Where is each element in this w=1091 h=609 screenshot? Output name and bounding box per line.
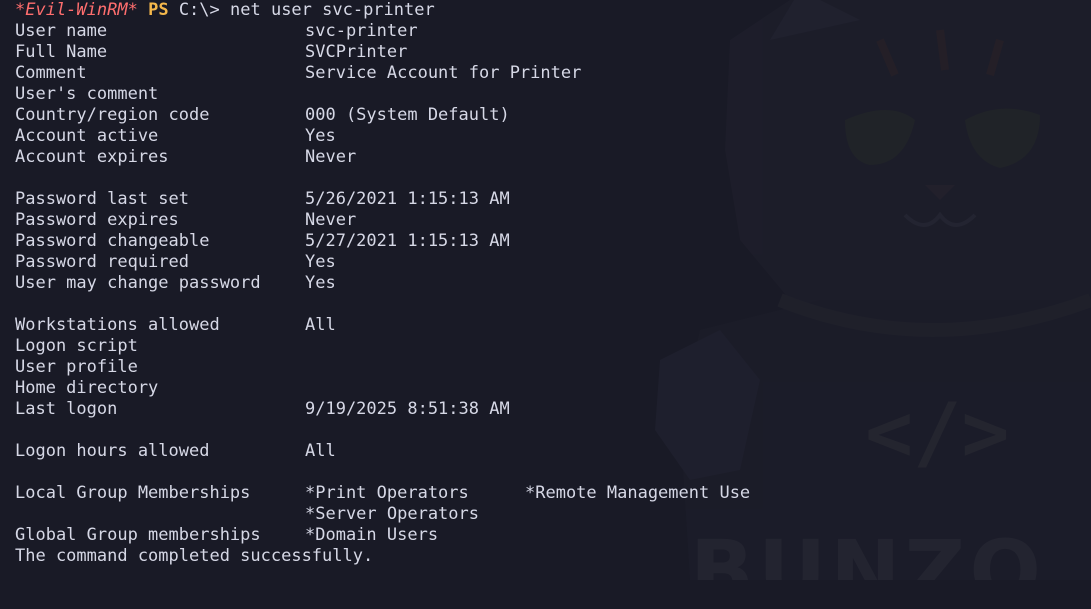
- field-key: User may change password: [15, 273, 261, 293]
- field-value: All: [305, 441, 336, 461]
- field-key: User name: [15, 21, 108, 41]
- field-account-expires: Account expires Never: [15, 147, 356, 168]
- prompt-shell-name: *Evil-WinRM*: [15, 0, 138, 20]
- field-value: *Print Operators: [305, 483, 469, 503]
- field-password-required: Password required Yes: [15, 252, 336, 273]
- field-value: Never: [305, 210, 357, 230]
- command-text: net user svc-printer: [230, 0, 435, 20]
- field-key: Logon hours allowed: [15, 441, 210, 461]
- field-user-profile: User profile: [15, 357, 138, 378]
- prompt-ps-label: PS: [148, 0, 169, 20]
- background-code-glyph: </>: [865, 386, 1010, 479]
- field-key: Password changeable: [15, 231, 210, 251]
- field-key: Password expires: [15, 210, 179, 230]
- field-password-changeable: Password changeable 5/27/2021 1:15:13 AM: [15, 231, 510, 252]
- field-value: 5/27/2021 1:15:13 AM: [305, 231, 510, 251]
- field-key: Account expires: [15, 147, 169, 167]
- field-global-group-memberships: Global Group memberships *Domain Users: [15, 525, 438, 546]
- field-value: *Server Operators: [305, 504, 479, 524]
- field-value: Never: [305, 147, 357, 167]
- field-value: 9/19/2025 8:51:38 AM: [305, 399, 510, 419]
- field-key: Comment: [15, 63, 87, 83]
- field-value-secondary: *Remote Management Use: [525, 483, 751, 503]
- field-local-group-memberships-continued: *Server Operators: [15, 504, 479, 525]
- field-key: User's comment: [15, 84, 159, 104]
- field-value: SVCPrinter: [305, 42, 408, 62]
- field-value: Service Account for Printer: [305, 63, 582, 83]
- result-text: The command completed successfully.: [15, 546, 374, 566]
- field-full-name: Full Name SVCPrinter: [15, 42, 407, 63]
- field-value: Yes: [305, 273, 336, 293]
- prompt-line: *Evil-WinRM* PS C:\> net user svc-printe…: [15, 0, 435, 21]
- field-user-name: User name svc-printer: [15, 21, 418, 42]
- field-key: Workstations allowed: [15, 315, 220, 335]
- field-value: All: [305, 315, 336, 335]
- field-key: Country/region code: [15, 105, 210, 125]
- field-local-group-memberships: Local Group Memberships *Print Operators…: [15, 483, 750, 504]
- field-key: Logon script: [15, 336, 138, 356]
- field-country-region-code: Country/region code 000 (System Default): [15, 105, 510, 126]
- field-key: Password required: [15, 252, 189, 272]
- field-home-directory: Home directory: [15, 378, 158, 399]
- field-key: Password last set: [15, 189, 189, 209]
- field-value: 5/26/2021 1:15:13 AM: [305, 189, 510, 209]
- prompt-path: C:\>: [178, 0, 220, 20]
- field-workstations-allowed: Workstations allowed All: [15, 315, 336, 336]
- field-key: Last logon: [15, 399, 118, 419]
- field-last-logon: Last logon 9/19/2025 8:51:38 AM: [15, 399, 510, 420]
- field-password-expires: Password expires Never: [15, 210, 356, 231]
- prompt: *Evil-WinRM* PS C:\> net user svc-printe…: [15, 0, 435, 21]
- mascot-head: [725, 0, 1091, 330]
- field-comment: Comment Service Account for Printer: [15, 63, 581, 84]
- field-value: *Domain Users: [305, 525, 439, 545]
- command-result: The command completed successfully.: [15, 546, 373, 567]
- field-key: Local Group Memberships: [15, 483, 251, 503]
- field-key: Global Group memberships: [15, 525, 261, 545]
- field-value: Yes: [305, 252, 336, 272]
- field-password-last-set: Password last set 5/26/2021 1:15:13 AM: [15, 189, 510, 210]
- field-key: Full Name: [15, 42, 108, 62]
- field-value: Yes: [305, 126, 336, 146]
- field-logon-hours-allowed: Logon hours allowed All: [15, 441, 336, 462]
- terminal-output[interactable]: *Evil-WinRM* PS C:\> net user svc-printe…: [15, 0, 750, 567]
- field-user-may-change-password: User may change password Yes: [15, 273, 336, 294]
- field-key: Home directory: [15, 378, 159, 398]
- field-value: svc-printer: [305, 21, 418, 41]
- field-value: 000 (System Default): [305, 105, 510, 125]
- field-account-active: Account active Yes: [15, 126, 336, 147]
- background-watermark-text: BUNZO: [690, 522, 1045, 580]
- field-users-comment: User's comment: [15, 84, 158, 105]
- field-key: User profile: [15, 357, 138, 377]
- field-key: Account active: [15, 126, 159, 146]
- field-logon-script: Logon script: [15, 336, 138, 357]
